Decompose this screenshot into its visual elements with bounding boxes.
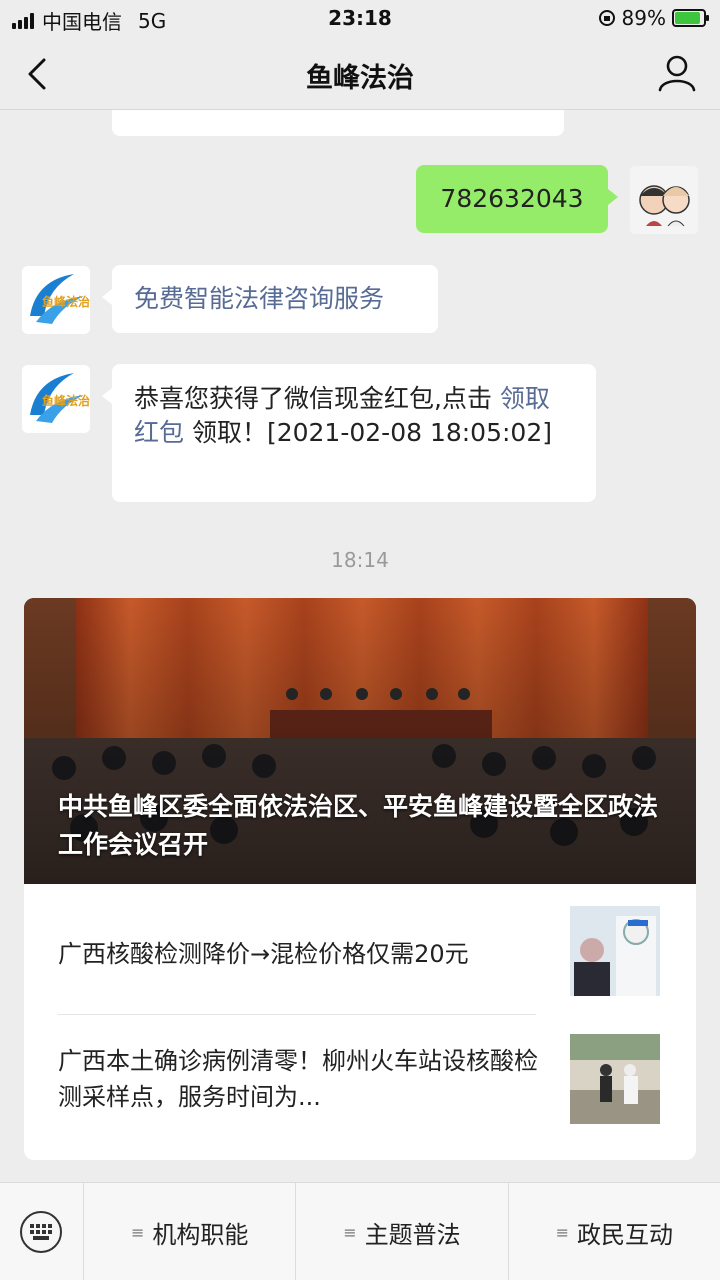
nav-bar: 鱼峰法治 [0, 36, 720, 110]
chat-timestamp: 18:14 [331, 548, 389, 572]
menu-item-label: 政民互动 [577, 1220, 674, 1249]
partial-message-bubble [112, 110, 564, 136]
user-message-bubble[interactable]: 782632043 [416, 165, 618, 233]
service-avatar[interactable]: 鱼峰法治 [22, 266, 90, 334]
article-title: 广西本土确诊病例清零！柳州火车站设核酸检测采样点，服务时间为... [58, 1047, 538, 1111]
article-title: 广西核酸检测降价→混检价格仅需20元 [58, 940, 469, 968]
page-title: 鱼峰法治 [306, 63, 414, 94]
article-thumbnail [570, 906, 660, 996]
battery-icon [672, 9, 709, 27]
keyboard-icon [20, 1211, 62, 1253]
user-avatar[interactable] [630, 166, 698, 234]
article-card: 中共鱼峰区委全面依法治区、平安鱼峰建设暨全区政法工作会议召开 广西核酸检测降价→… [24, 598, 696, 1160]
article-thumbnail [570, 1034, 660, 1124]
menu-list-icon: ≡ [555, 1222, 570, 1242]
article-item[interactable]: 广西本土确诊病例清零！柳州火车站设核酸检测采样点，服务时间为... [24, 1014, 696, 1144]
hero-article[interactable]: 中共鱼峰区委全面依法治区、平安鱼峰建设暨全区政法工作会议召开 [24, 598, 696, 884]
avatar-logo-text: 鱼峰法治 [42, 294, 90, 309]
redpacket-prefix: 恭喜您获得了微信现金红包,点击 [134, 384, 500, 413]
menu-list-icon: ≡ [343, 1222, 357, 1242]
orientation-lock-icon [598, 10, 615, 26]
user-message-text: 782632043 [440, 184, 584, 213]
menu-item-label: 机构职能 [152, 1220, 249, 1249]
redpacket-message-bubble: 恭喜您获得了微信现金红包,点击 领取红包 领取！[2021-02-08 18:0… [102, 364, 596, 502]
menu-list-icon: ≡ [130, 1222, 145, 1242]
chat-area[interactable]: 782632043 鱼峰法治 免费智能法律咨询服务 鱼峰法治 恭喜您获得了微信现… [0, 110, 720, 1182]
redpacket-suffix: 领取！[2021-02-08 18:05:02] [184, 418, 552, 447]
menu-item-law-education[interactable]: ≡ 主题普法 [296, 1183, 509, 1280]
bottom-menu: ≡ 机构职能 ≡ 主题普法 ≡ 政民互动 [0, 1182, 720, 1280]
status-bar: 中国电信 5G 23:18 89% [0, 0, 720, 36]
service-link-bubble[interactable]: 免费智能法律咨询服务 [102, 265, 438, 333]
divider [58, 1014, 536, 1015]
hero-article-title: 中共鱼峰区委全面依法治区、平安鱼峰建设暨全区政法工作会议召开 [58, 792, 659, 859]
service-link-text[interactable]: 免费智能法律咨询服务 [134, 284, 384, 313]
service-avatar[interactable]: 鱼峰法治 [22, 365, 90, 433]
keyboard-toggle-button[interactable] [0, 1183, 84, 1280]
profile-icon[interactable] [656, 52, 698, 94]
menu-item-interaction[interactable]: ≡ 政民互动 [509, 1183, 720, 1280]
avatar-logo-text: 鱼峰法治 [42, 393, 90, 408]
status-right: 89% [598, 6, 709, 30]
menu-item-institution[interactable]: ≡ 机构职能 [84, 1183, 297, 1280]
article-item[interactable]: 广西核酸检测降价→混检价格仅需20元 [24, 884, 696, 1014]
battery-percent: 89% [621, 6, 666, 30]
menu-item-label: 主题普法 [364, 1220, 461, 1249]
